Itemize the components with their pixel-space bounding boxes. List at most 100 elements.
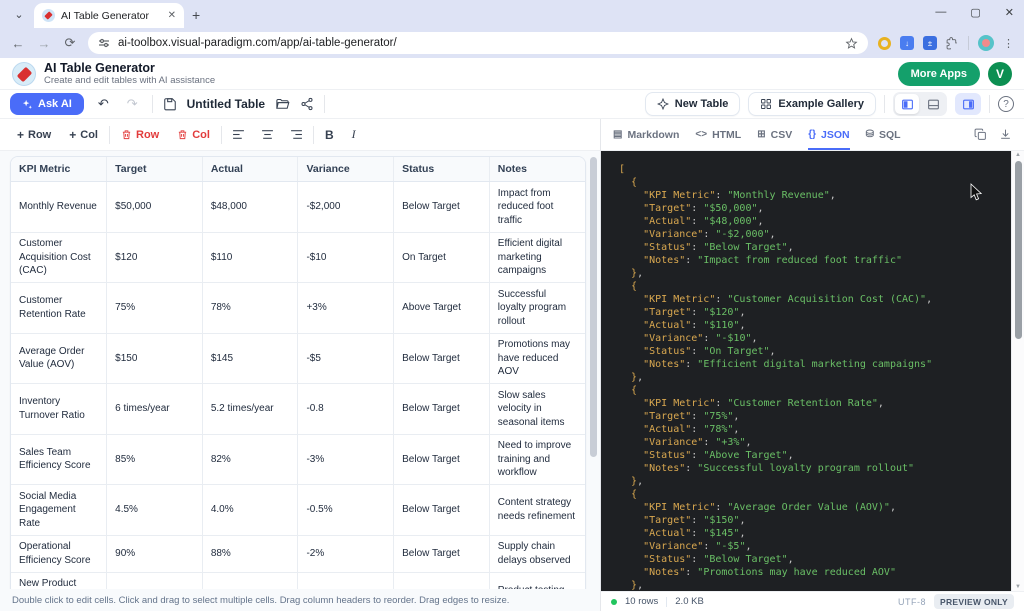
table-cell[interactable]: Customer Retention Rate bbox=[11, 283, 107, 334]
toggle-preview-panel-button[interactable] bbox=[955, 93, 981, 115]
browser-profile-avatar[interactable] bbox=[978, 35, 994, 51]
table-cell[interactable]: New Product Launch Success Rate bbox=[11, 572, 107, 589]
split-vertical-layout-button[interactable] bbox=[895, 94, 919, 114]
table-cell[interactable]: Operational Efficiency Score bbox=[11, 535, 107, 572]
help-icon[interactable]: ? bbox=[998, 96, 1014, 112]
add-column-button[interactable]: +Col bbox=[62, 124, 105, 146]
export-tab-html[interactable]: <>HTML bbox=[695, 119, 741, 150]
table-cell[interactable]: Below Target bbox=[394, 333, 490, 384]
table-cell[interactable]: 4.5% bbox=[107, 485, 203, 536]
table-cell[interactable]: 90% bbox=[107, 535, 203, 572]
tab-close-icon[interactable]: ✕ bbox=[168, 10, 176, 21]
tab-search-chevron-icon[interactable]: ⌄ bbox=[8, 3, 30, 25]
table-cell[interactable]: 82% bbox=[202, 434, 298, 485]
table-cell[interactable]: 55% bbox=[202, 572, 298, 589]
delete-column-button[interactable]: Col bbox=[170, 125, 217, 145]
json-preview-code[interactable]: [ { "KPI Metric": "Monthly Revenue", "Ta… bbox=[601, 151, 1011, 591]
table-cell[interactable]: -2% bbox=[298, 535, 394, 572]
split-horizontal-layout-button[interactable] bbox=[921, 94, 945, 114]
table-cell[interactable]: Below Target bbox=[394, 182, 490, 233]
table-cell[interactable]: $120 bbox=[107, 232, 203, 283]
table-column-header[interactable]: Notes bbox=[489, 157, 585, 182]
table-cell[interactable]: -0.5% bbox=[298, 485, 394, 536]
table-column-header[interactable]: KPI Metric bbox=[11, 157, 107, 182]
table-cell[interactable]: $145 bbox=[202, 333, 298, 384]
table-cell[interactable]: Supply chain delays observed bbox=[489, 535, 585, 572]
table-cell[interactable]: Below Target bbox=[394, 535, 490, 572]
table-cell[interactable]: Below Target bbox=[394, 572, 490, 589]
document-title[interactable]: Untitled Table bbox=[187, 97, 265, 111]
address-input[interactable]: ai-toolbox.visual-paradigm.com/app/ai-ta… bbox=[88, 32, 868, 54]
code-scrollbar-thumb[interactable] bbox=[1015, 161, 1022, 339]
table-cell[interactable]: Above Target bbox=[394, 283, 490, 334]
table-cell[interactable]: 85% bbox=[107, 434, 203, 485]
user-avatar[interactable]: V bbox=[988, 62, 1012, 86]
align-left-button[interactable] bbox=[226, 125, 251, 144]
table-scrollbar[interactable] bbox=[590, 157, 597, 457]
table-cell[interactable]: On Target bbox=[394, 232, 490, 283]
table-cell[interactable]: $48,000 bbox=[202, 182, 298, 233]
extensions-puzzle-icon[interactable] bbox=[946, 37, 959, 50]
browser-tab[interactable]: AI Table Generator ✕ bbox=[34, 3, 184, 28]
window-minimize-button[interactable]: — bbox=[935, 6, 946, 19]
table-column-header[interactable]: Target bbox=[107, 157, 203, 182]
table-cell[interactable]: $50,000 bbox=[107, 182, 203, 233]
new-table-button[interactable]: New Table bbox=[645, 92, 741, 116]
export-tab-markdown[interactable]: ▤Markdown bbox=[613, 119, 679, 150]
extension-circle-icon[interactable] bbox=[878, 37, 891, 50]
table-cell[interactable]: Below Target bbox=[394, 434, 490, 485]
table-cell[interactable]: +3% bbox=[298, 283, 394, 334]
browser-menu-kebab-icon[interactable]: ⋮ bbox=[1003, 37, 1014, 50]
window-close-button[interactable]: ✕ bbox=[1005, 6, 1014, 19]
new-tab-button[interactable]: + bbox=[192, 7, 200, 23]
align-center-button[interactable] bbox=[255, 125, 280, 144]
table-cell[interactable]: Content strategy needs refinement bbox=[489, 485, 585, 536]
table-column-header[interactable]: Actual bbox=[202, 157, 298, 182]
scroll-up-icon[interactable]: ▲ bbox=[1015, 152, 1021, 158]
ask-ai-button[interactable]: Ask AI bbox=[10, 93, 84, 115]
download-icon[interactable] bbox=[999, 128, 1012, 141]
table-cell[interactable]: 78% bbox=[202, 283, 298, 334]
table-cell[interactable]: Impact from reduced foot traffic bbox=[489, 182, 585, 233]
export-tab-csv[interactable]: ⊞CSV bbox=[757, 119, 792, 150]
export-tab-sql[interactable]: ⛁SQL bbox=[866, 119, 901, 150]
table-cell[interactable]: Below Target bbox=[394, 485, 490, 536]
redo-icon[interactable]: ↷ bbox=[123, 94, 142, 114]
table-cell[interactable]: Average Order Value (AOV) bbox=[11, 333, 107, 384]
italic-button[interactable]: I bbox=[345, 124, 363, 145]
table-cell[interactable]: 6 times/year bbox=[107, 384, 203, 435]
share-icon[interactable] bbox=[300, 97, 314, 111]
table-cell[interactable]: Successful loyalty program rollout bbox=[489, 283, 585, 334]
table-cell[interactable]: Product testing phase delayed bbox=[489, 572, 585, 589]
table-cell[interactable]: Slow sales velocity in seasonal items bbox=[489, 384, 585, 435]
table-cell[interactable]: -$2,000 bbox=[298, 182, 394, 233]
table-cell[interactable]: $110 bbox=[202, 232, 298, 283]
align-right-button[interactable] bbox=[284, 125, 309, 144]
bold-button[interactable]: B bbox=[318, 125, 341, 145]
bookmark-star-icon[interactable] bbox=[845, 37, 858, 50]
site-settings-tune-icon[interactable] bbox=[98, 37, 110, 49]
delete-row-button[interactable]: Row bbox=[114, 125, 166, 145]
export-tab-json[interactable]: {}JSON bbox=[808, 119, 849, 150]
table-cell[interactable]: -$5 bbox=[298, 333, 394, 384]
table-cell[interactable]: Social Media Engagement Rate bbox=[11, 485, 107, 536]
table-cell[interactable]: Promotions may have reduced AOV bbox=[489, 333, 585, 384]
table-cell[interactable]: 60% bbox=[107, 572, 203, 589]
more-apps-button[interactable]: More Apps bbox=[898, 62, 980, 86]
table-cell[interactable]: -$10 bbox=[298, 232, 394, 283]
undo-icon[interactable]: ↶ bbox=[94, 94, 113, 114]
table-cell[interactable]: Inventory Turnover Ratio bbox=[11, 384, 107, 435]
table-cell[interactable]: Customer Acquisition Cost (CAC) bbox=[11, 232, 107, 283]
window-maximize-button[interactable]: ▢ bbox=[970, 6, 980, 19]
data-table[interactable]: KPI MetricTargetActualVarianceStatusNote… bbox=[11, 157, 585, 589]
save-icon[interactable] bbox=[163, 97, 177, 111]
extension-download-icon[interactable]: ↓ bbox=[900, 36, 914, 50]
open-folder-icon[interactable] bbox=[275, 97, 290, 112]
table-column-header[interactable]: Variance bbox=[298, 157, 394, 182]
table-cell[interactable]: -0.8 bbox=[298, 384, 394, 435]
extension-arrow-icon[interactable]: ± bbox=[923, 36, 937, 50]
reload-icon[interactable]: ⟳ bbox=[62, 35, 78, 51]
table-cell[interactable]: Need to improve training and workflow bbox=[489, 434, 585, 485]
table-cell[interactable]: -5% bbox=[298, 572, 394, 589]
table-cell[interactable]: 75% bbox=[107, 283, 203, 334]
